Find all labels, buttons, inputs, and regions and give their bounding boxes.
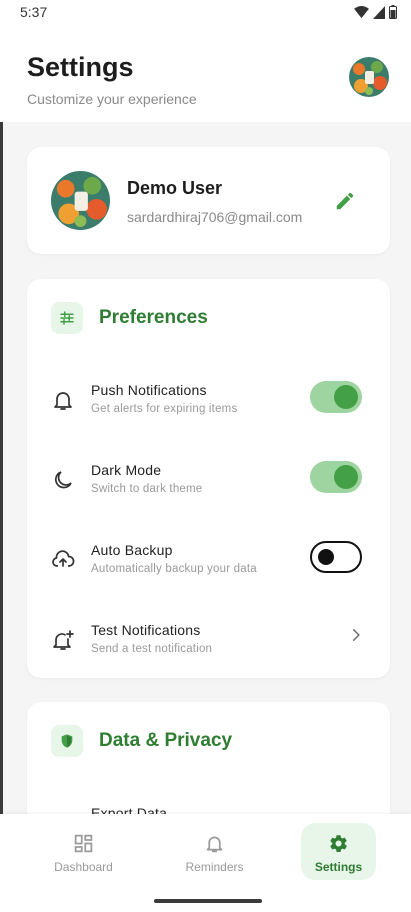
chevron-right-icon[interactable]: [349, 628, 363, 642]
page-subtitle: Customize your experience: [27, 91, 197, 107]
preferences-title: Preferences: [99, 307, 208, 328]
profile-email: sardardhiraj706@gmail.com: [127, 209, 303, 225]
bell-icon: [54, 392, 72, 410]
setting-label: Test Notifications: [91, 622, 201, 638]
battery-icon: [389, 5, 397, 19]
status-bar: 5:37: [0, 0, 411, 24]
nav-reminders[interactable]: Reminders: [177, 823, 252, 880]
auto-backup-toggle[interactable]: [310, 541, 362, 573]
setting-test-notifications[interactable]: Test Notifications Send a test notificat…: [27, 618, 390, 678]
profile-avatar: [51, 171, 110, 230]
preferences-header: Preferences: [51, 302, 208, 334]
header-avatar[interactable]: [349, 57, 389, 97]
signal-icon: [373, 5, 385, 19]
data-privacy-title: Data & Privacy: [99, 730, 233, 751]
page-header: Settings Customize your experience: [0, 24, 411, 122]
setting-dark-mode[interactable]: Dark Mode Switch to dark theme: [27, 458, 390, 518]
wifi-icon: [354, 5, 369, 18]
edit-profile-button[interactable]: [334, 190, 356, 212]
page-title: Settings: [27, 52, 134, 82]
setting-label: Auto Backup: [91, 542, 173, 558]
moon-icon: [55, 471, 72, 489]
data-privacy-header: Data & Privacy: [51, 725, 232, 757]
setting-label: Push Notifications: [91, 382, 207, 398]
nav-label: Dashboard: [54, 860, 113, 874]
setting-auto-backup[interactable]: Auto Backup Automatically backup your da…: [27, 538, 390, 598]
gesture-home-bar[interactable]: [154, 899, 262, 903]
status-icons: [354, 5, 397, 19]
preferences-card: Preferences Push Notifications Get alert…: [27, 279, 390, 678]
setting-description: Switch to dark theme: [91, 483, 203, 495]
bell-icon: [206, 836, 223, 853]
push-notifications-toggle[interactable]: [310, 381, 362, 413]
setting-push-notifications[interactable]: Push Notifications Get alerts for expiri…: [27, 378, 390, 438]
shield-icon: [51, 725, 83, 757]
setting-label: Dark Mode: [91, 462, 162, 478]
window-edge: [0, 24, 3, 912]
gear-icon: [330, 835, 347, 853]
cloud-upload-icon: [52, 550, 75, 567]
setting-description: Get alerts for expiring items: [91, 403, 238, 415]
dark-mode-toggle[interactable]: [310, 461, 362, 493]
setting-description: Send a test notification: [91, 643, 213, 655]
nav-label: Settings: [314, 860, 363, 874]
setting-description: Automatically backup your data: [91, 563, 257, 575]
status-time: 5:37: [20, 4, 48, 20]
nav-dashboard[interactable]: Dashboard: [46, 823, 121, 880]
nav-label: Reminders: [185, 860, 244, 874]
grid-icon: [74, 834, 93, 853]
toggle-knob: [334, 385, 358, 409]
profile-name: Demo User: [127, 178, 223, 198]
bottom-nav: Dashboard Reminders Settings: [0, 814, 411, 912]
pencil-icon: [336, 192, 354, 210]
profile-card[interactable]: Demo User sardardhiraj706@gmail.com: [27, 147, 390, 254]
toggle-knob: [334, 465, 358, 489]
nav-settings[interactable]: Settings: [301, 823, 376, 880]
sliders-icon: [51, 302, 83, 334]
toggle-knob: [318, 549, 334, 565]
bell-plus-icon: [53, 630, 74, 650]
